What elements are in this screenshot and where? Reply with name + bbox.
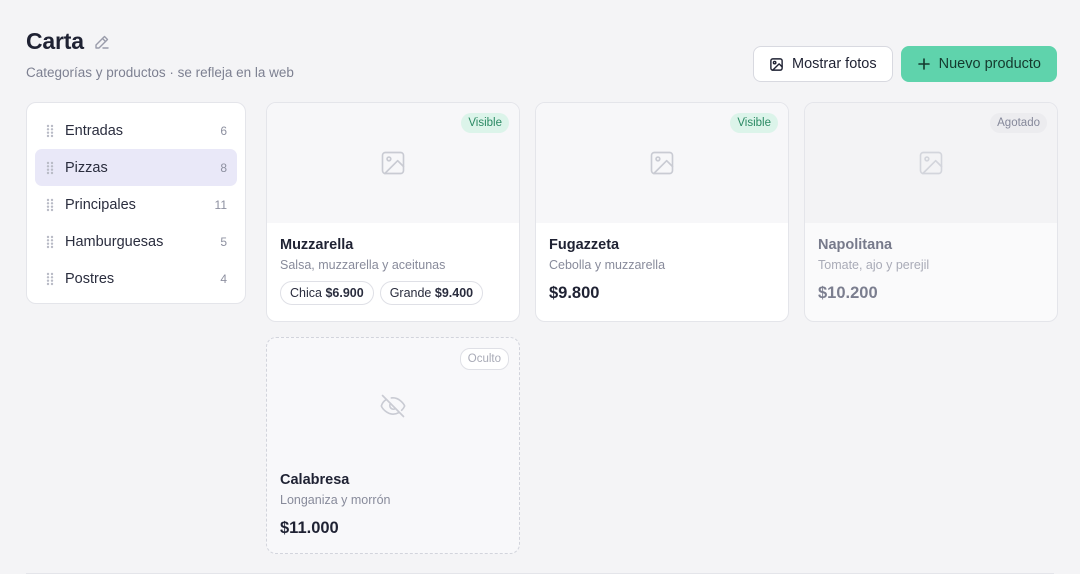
product-name: Napolitana xyxy=(818,237,893,253)
product-card-napolitana[interactable]: Agotado Napolitana Tomate, ajo y perejil… xyxy=(804,102,1058,322)
product-card-body: Muzzarella Salsa, muzzarella y aceitunas… xyxy=(267,223,519,317)
category-label: Pizzas xyxy=(65,159,108,176)
drag-handle-icon[interactable] xyxy=(45,198,55,212)
sidebar-item-principales[interactable]: Principales 11 xyxy=(35,186,237,223)
status-badge: Oculto xyxy=(459,348,509,370)
product-image-placeholder: Visible xyxy=(267,103,519,223)
product-name: Fugazzeta xyxy=(549,237,620,253)
pencil-icon[interactable] xyxy=(94,34,110,50)
title-row: Carta xyxy=(26,28,294,55)
status-badge: Visible xyxy=(730,113,778,133)
header-actions: Mostrar fotos Nuevo producto xyxy=(753,46,1057,82)
eye-off-icon xyxy=(379,392,407,420)
image-placeholder-icon xyxy=(648,149,676,177)
new-product-label: Nuevo producto xyxy=(938,56,1041,72)
status-badge: Visible xyxy=(461,113,509,133)
product-description: Longaniza y morrón xyxy=(280,493,391,507)
sidebar-item-hamburguesas[interactable]: Hamburguesas 5 xyxy=(35,223,237,260)
product-card-muzzarella[interactable]: Visible Muzzarella Salsa, muzzarella y a… xyxy=(266,102,520,322)
product-card-calabresa[interactable]: Oculto Calabresa Longaniza y morrón $11.… xyxy=(266,337,520,554)
image-icon xyxy=(769,57,784,72)
page-title: Carta xyxy=(26,28,84,54)
drag-handle-icon[interactable] xyxy=(45,272,55,286)
show-photos-label: Mostrar fotos xyxy=(792,56,877,72)
product-image-placeholder: Agotado xyxy=(805,103,1057,223)
new-product-button[interactable]: Nuevo producto xyxy=(900,46,1057,82)
product-card-fugazzeta[interactable]: Visible Fugazzeta Cebolla y muzzarella $… xyxy=(535,102,789,322)
product-description: Salsa, muzzarella y aceitunas xyxy=(280,258,446,272)
product-description: Cebolla y muzzarella xyxy=(549,258,666,272)
variant-price: $9.400 xyxy=(434,286,474,300)
category-label: Principales xyxy=(65,196,136,213)
category-label: Postres xyxy=(65,270,115,287)
category-sidebar: Entradas 6 Pizzas 8 Principales 11 Hambu… xyxy=(26,102,246,304)
sidebar-item-postres[interactable]: Postres 4 xyxy=(35,260,237,297)
product-image-placeholder: Visible xyxy=(536,103,788,223)
plus-icon xyxy=(917,57,931,71)
image-placeholder-icon xyxy=(379,149,407,177)
drag-handle-icon[interactable] xyxy=(45,235,55,249)
product-variants: Chica $6.900 Grande $9.400 xyxy=(280,281,506,305)
page-header: Carta Categorías y productos · se reflej… xyxy=(26,28,294,80)
sidebar-item-entradas[interactable]: Entradas 6 xyxy=(35,112,237,149)
product-card-body: Calabresa Longaniza y morrón $11.000 xyxy=(267,460,519,550)
page-subtitle: Categorías y productos · se refleja en l… xyxy=(26,65,294,80)
variant-size: Grande xyxy=(389,286,432,300)
product-price: $10.200 xyxy=(818,284,878,302)
category-count: 11 xyxy=(214,197,227,212)
image-placeholder-icon xyxy=(917,149,945,177)
category-count: 4 xyxy=(220,271,227,286)
variant-size: Chica xyxy=(290,286,322,300)
sidebar-item-pizzas[interactable]: Pizzas 8 xyxy=(35,149,237,186)
category-count: 6 xyxy=(220,123,227,138)
product-card-body: Napolitana Tomate, ajo y perejil $10.200 xyxy=(805,223,1057,315)
show-photos-button[interactable]: Mostrar fotos xyxy=(753,46,893,82)
category-label: Hamburguesas xyxy=(65,233,164,250)
product-name: Calabresa xyxy=(280,472,350,488)
drag-handle-icon[interactable] xyxy=(45,124,55,138)
product-description: Tomate, ajo y perejil xyxy=(818,258,930,272)
variant-chip[interactable]: Chica $6.900 xyxy=(280,281,374,305)
product-name: Muzzarella xyxy=(280,237,354,253)
status-badge: Agotado xyxy=(990,113,1047,133)
product-price: $9.800 xyxy=(549,284,600,302)
product-card-body: Fugazzeta Cebolla y muzzarella $9.800 xyxy=(536,223,788,315)
category-count: 5 xyxy=(220,234,227,249)
product-image-placeholder: Oculto xyxy=(267,338,519,460)
product-price: $11.000 xyxy=(280,519,339,537)
variant-chip[interactable]: Grande $9.400 xyxy=(379,281,484,305)
variant-price: $6.900 xyxy=(325,286,364,300)
category-count: 8 xyxy=(220,160,227,175)
category-label: Entradas xyxy=(65,122,124,139)
drag-handle-icon[interactable] xyxy=(45,161,55,175)
